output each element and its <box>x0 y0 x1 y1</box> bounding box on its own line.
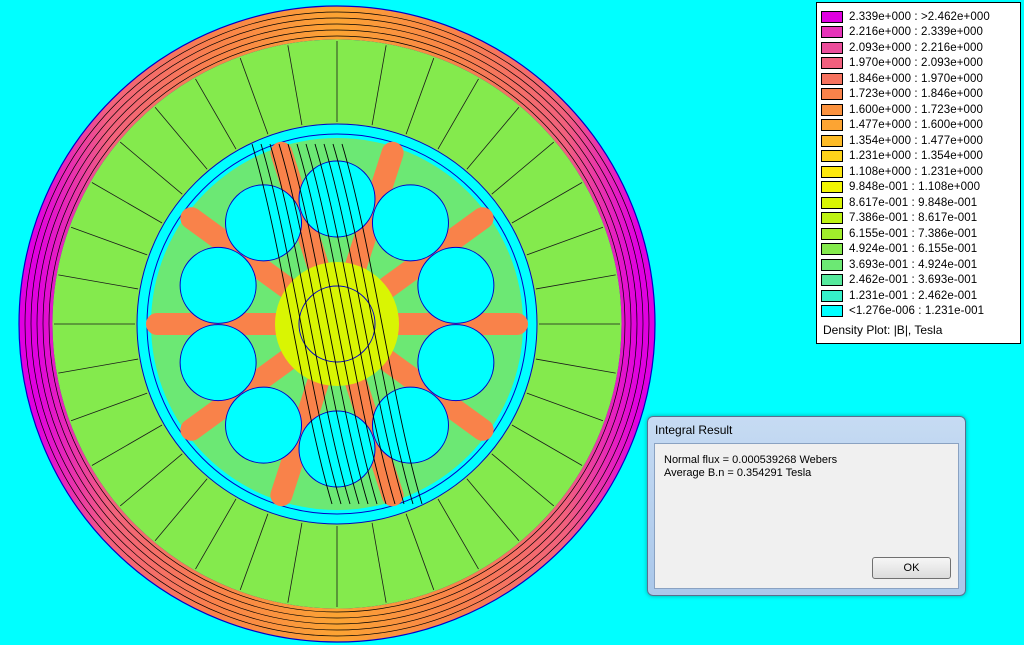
legend-label: 1.600e+000 : 1.723e+000 <box>849 103 984 116</box>
legend-row: 1.970e+000 : 2.093e+000 <box>821 56 1018 72</box>
legend-row: 2.216e+000 : 2.339e+000 <box>821 25 1018 41</box>
legend-row: 7.386e-001 : 8.617e-001 <box>821 211 1018 227</box>
legend-row: 1.231e+000 : 1.354e+000 <box>821 149 1018 165</box>
legend-label: <1.276e-006 : 1.231e-001 <box>849 305 985 318</box>
legend-swatch <box>821 165 843 178</box>
legend-swatch <box>821 72 843 85</box>
legend-swatch <box>821 88 843 101</box>
legend-swatch <box>821 150 843 163</box>
legend-swatch <box>821 119 843 132</box>
legend-row: 2.462e-001 : 3.693e-001 <box>821 273 1018 289</box>
legend-swatch <box>821 26 843 39</box>
legend-swatch <box>821 196 843 209</box>
legend-label: 2.339e+000 : >2.462e+000 <box>849 10 990 23</box>
dialog-title: Integral Result <box>655 423 733 437</box>
legend-swatch <box>821 181 843 194</box>
rotor-pocket <box>417 246 495 324</box>
legend-row: 2.093e+000 : 2.216e+000 <box>821 40 1018 56</box>
legend-label: 1.846e+000 : 1.970e+000 <box>849 72 984 85</box>
legend-label: 8.617e-001 : 9.848e-001 <box>849 196 978 209</box>
legend-label: 1.354e+000 : 1.477e+000 <box>849 134 984 147</box>
legend-label: 2.216e+000 : 2.339e+000 <box>849 26 984 39</box>
legend-panel: 2.339e+000 : >2.462e+000 2.216e+000 : 2.3… <box>816 2 1021 344</box>
rotor-pocket <box>298 410 376 488</box>
legend-row: 3.693e-001 : 4.924e-001 <box>821 257 1018 273</box>
legend-row: 9.848e-001 : 1.108e+000 <box>821 180 1018 196</box>
legend-row: 1.846e+000 : 1.970e+000 <box>821 71 1018 87</box>
legend-swatch <box>821 41 843 54</box>
legend-row: 1.354e+000 : 1.477e+000 <box>821 133 1018 149</box>
legend-row: <1.276e-006 : 1.231e-001 <box>821 304 1018 320</box>
legend-label: 1.231e+000 : 1.354e+000 <box>849 150 984 163</box>
legend-swatch <box>821 274 843 287</box>
legend-label: 4.924e-001 : 6.155e-001 <box>849 243 978 256</box>
legend-label: 1.477e+000 : 1.600e+000 <box>849 119 984 132</box>
legend-rows: 2.339e+000 : >2.462e+000 2.216e+000 : 2.3… <box>821 9 1018 319</box>
legend-row: 1.723e+000 : 1.846e+000 <box>821 87 1018 103</box>
legend-label: 6.155e-001 : 7.386e-001 <box>849 227 978 240</box>
legend-swatch <box>821 227 843 240</box>
legend-caption: Density Plot: |B|, Tesla <box>823 323 943 337</box>
legend-label: 1.231e-001 : 2.462e-001 <box>849 289 978 302</box>
legend-swatch <box>821 258 843 271</box>
legend-swatch <box>821 103 843 116</box>
legend-row: 6.155e-001 : 7.386e-001 <box>821 226 1018 242</box>
average-bn-text: Average B.n = 0.354291 Tesla <box>664 467 812 479</box>
legend-row: 1.600e+000 : 1.723e+000 <box>821 102 1018 118</box>
legend-swatch <box>821 289 843 302</box>
rotor-pocket <box>179 324 257 402</box>
rotor-pocket <box>371 184 449 262</box>
legend-row: 2.339e+000 : >2.462e+000 <box>821 9 1018 25</box>
legend-label: 2.462e-001 : 3.693e-001 <box>849 274 978 287</box>
legend-row: 1.231e-001 : 2.462e-001 <box>821 288 1018 304</box>
rotor-pocket <box>225 386 303 464</box>
rotor-pocket <box>179 246 257 324</box>
rotor-pocket <box>298 160 376 238</box>
legend-swatch <box>821 57 843 70</box>
dialog-body: Normal flux = 0.000539268 Webers Average… <box>654 443 959 589</box>
normal-flux-text: Normal flux = 0.000539268 Webers <box>664 454 838 466</box>
legend-label: 9.848e-001 : 1.108e+000 <box>849 181 981 194</box>
legend-label: 1.723e+000 : 1.846e+000 <box>849 88 984 101</box>
legend-swatch <box>821 134 843 147</box>
legend-label: 1.108e+000 : 1.231e+000 <box>849 165 984 178</box>
legend-row: 1.108e+000 : 1.231e+000 <box>821 164 1018 180</box>
integral-result-dialog[interactable]: Integral Result Normal flux = 0.00053926… <box>647 416 966 596</box>
legend-swatch <box>821 212 843 225</box>
ok-button[interactable]: OK <box>872 557 951 579</box>
legend-label: 7.386e-001 : 8.617e-001 <box>849 212 978 225</box>
legend-swatch <box>821 243 843 256</box>
legend-swatch <box>821 10 843 23</box>
legend-row: 8.617e-001 : 9.848e-001 <box>821 195 1018 211</box>
legend-label: 1.970e+000 : 2.093e+000 <box>849 57 984 70</box>
legend-swatch <box>821 305 843 318</box>
rotor-pocket <box>417 324 495 402</box>
dialog-text: Normal flux = 0.000539268 Webers Average… <box>664 454 837 480</box>
legend-label: 2.093e+000 : 2.216e+000 <box>849 41 984 54</box>
legend-row: 4.924e-001 : 6.155e-001 <box>821 242 1018 258</box>
legend-label: 3.693e-001 : 4.924e-001 <box>849 258 978 271</box>
legend-row: 1.477e+000 : 1.600e+000 <box>821 118 1018 134</box>
